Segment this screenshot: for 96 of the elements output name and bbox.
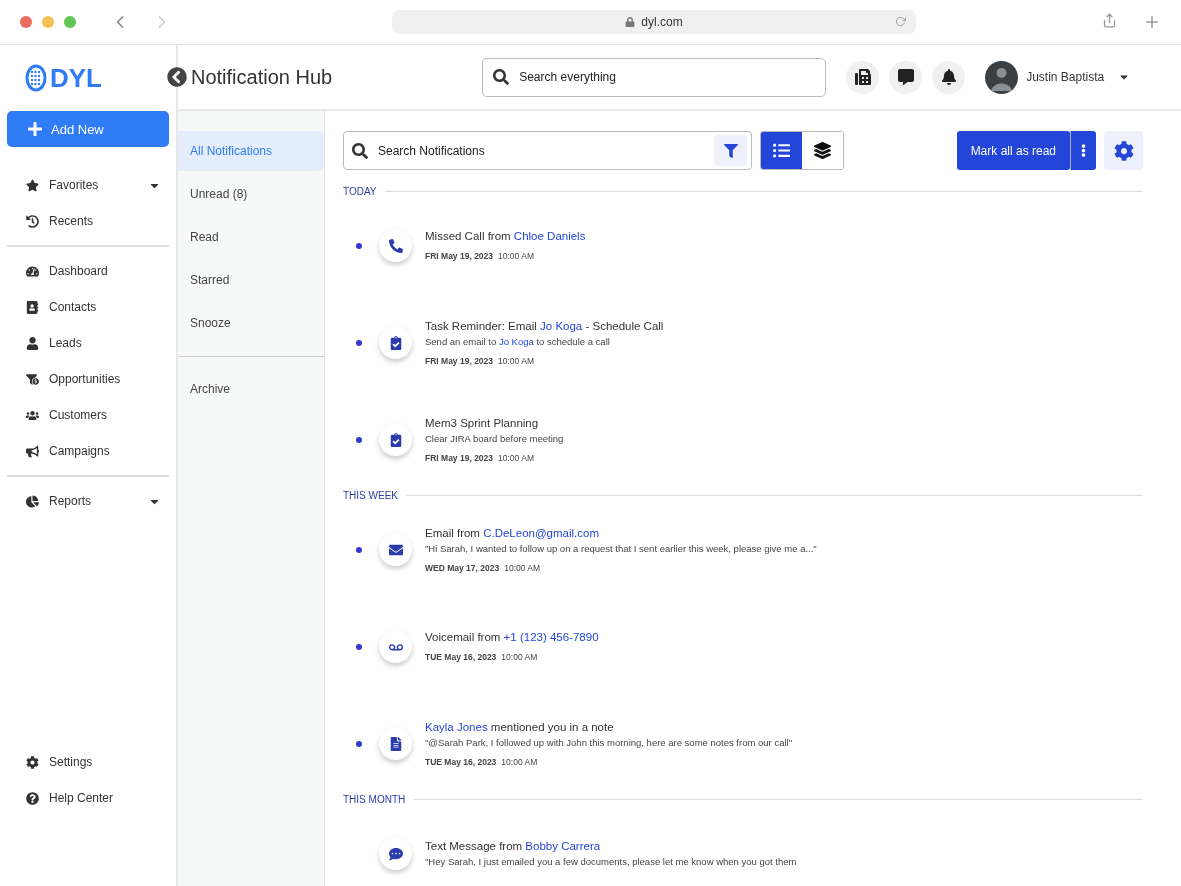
maximize-dot[interactable] <box>64 16 76 28</box>
clipboard-check-icon <box>379 326 412 359</box>
chat-icon[interactable] <box>889 60 923 94</box>
history-icon <box>26 214 39 228</box>
funnel-icon <box>723 143 738 158</box>
notification-title[interactable]: Text Message from Bobby Carrera <box>425 840 797 852</box>
sidebar-item[interactable]: Campaigns <box>7 433 169 469</box>
notification-date: FRI May 19, 2023 <box>425 452 494 463</box>
person-icon <box>26 336 39 350</box>
people-icon <box>26 408 39 422</box>
search-input[interactable]: Search Notifications <box>376 142 706 159</box>
address-bar[interactable]: dyl.com <box>392 10 916 34</box>
avatar[interactable] <box>985 60 1019 94</box>
notification-text: Send an email to Jo Koga to schedule a call <box>425 335 611 347</box>
notification-date: FRI May 19, 2023 <box>425 251 494 261</box>
section-heading: THIS MONTH <box>343 794 406 805</box>
filter-item[interactable]: Snooze <box>178 303 324 343</box>
contact-link[interactable]: +1 (123) 456-7890 <box>503 631 599 643</box>
pie-chart-icon <box>26 494 39 508</box>
fax-icon[interactable] <box>846 60 880 94</box>
notification-time: 10:00 AM <box>501 652 538 662</box>
notification-title[interactable]: Kayla Jones mentioned you in a note <box>425 720 792 733</box>
notification-text: "Hey Sarah, I just emailed you a few documents, please let me know when you got them <box>425 856 797 867</box>
lock-icon <box>625 17 636 27</box>
search-icon <box>493 69 510 85</box>
notification-date: WED May 17, 2023 <box>425 562 500 573</box>
notification-time: 10:00 AM <box>501 756 538 767</box>
contact-link[interactable]: Kayla Jones <box>425 720 488 733</box>
contact-link[interactable]: Chloe Daniels <box>513 230 586 242</box>
section-heading: THIS WEEK <box>343 490 398 501</box>
search-input[interactable]: Search everything <box>517 69 816 85</box>
gear-icon <box>26 755 39 769</box>
notification-title[interactable]: Email from C.DeLeon@gmail.com <box>425 526 817 539</box>
page-title: Notification Hub <box>191 65 333 89</box>
filter-item[interactable]: Archive <box>178 369 324 409</box>
close-dot[interactable] <box>20 16 32 28</box>
filter-item[interactable]: Read <box>178 217 324 257</box>
filter-button[interactable] <box>714 135 747 166</box>
logo[interactable]: DYL <box>7 45 169 111</box>
notification-date: TUE May 16, 2023 <box>425 652 497 662</box>
document-icon <box>379 727 412 760</box>
sidebar-item[interactable]: Leads <box>7 325 169 361</box>
user-name[interactable]: Justin Baptista <box>1026 70 1105 84</box>
list-icon[interactable] <box>761 132 802 169</box>
notification-text: Clear JIRA board before meeting <box>425 432 564 444</box>
settings-button[interactable] <box>1104 131 1143 170</box>
sidebar-item[interactable]: Customers <box>7 397 169 433</box>
plus-icon <box>27 121 43 137</box>
funnel-dollar-icon <box>26 372 39 386</box>
sidebar-item[interactable]: Opportunities <box>7 361 169 397</box>
search-icon <box>352 142 368 159</box>
filter-item[interactable]: Starred <box>178 260 324 300</box>
phone-logo-icon <box>25 64 47 92</box>
notification-text: "Hi Sarah, I wanted to follow up on a request that I sent earlier this week, please give me a..." <box>425 542 817 554</box>
notification-time: 10:00 AM <box>498 251 534 261</box>
mark-all-read-button[interactable]: Mark all as read <box>956 131 1070 170</box>
sidebar-item[interactable]: Favorites <box>7 167 169 203</box>
notification-title[interactable]: Mem3 Sprint Planning <box>425 416 564 429</box>
notification-text: "@Sarah Park, I followed up with John this morning, here are some notes from our call" <box>425 736 792 748</box>
gear-icon <box>1113 140 1134 161</box>
sidebar-item[interactable]: Dashboard <box>7 253 169 289</box>
clipboard-check-icon <box>379 423 412 456</box>
notification-date: TUE May 16, 2023 <box>425 756 497 767</box>
filter-item[interactable]: Unread (8) <box>178 174 324 214</box>
more-options-button[interactable] <box>1070 131 1096 170</box>
sidebar-item[interactable]: Settings <box>7 744 169 780</box>
phone-icon <box>379 229 412 262</box>
notification-date: FRI May 19, 2023 <box>425 355 494 366</box>
notification-time: 10:00 AM <box>498 355 534 366</box>
contact-link[interactable]: Bobby Carrera <box>525 840 601 852</box>
search-field[interactable]: Search everything <box>482 57 827 97</box>
help-icon <box>26 791 39 805</box>
megaphone-icon <box>26 444 39 458</box>
voicemail-icon <box>379 630 412 663</box>
section-heading: TODAY <box>343 186 377 197</box>
gauge-icon <box>26 264 39 278</box>
sidebar-item[interactable]: Recents <box>7 203 169 239</box>
sidebar-item[interactable]: Reports <box>7 483 169 519</box>
notification-title[interactable]: Voicemail from +1 (123) 456-7890 <box>425 631 599 643</box>
star-icon <box>26 178 39 192</box>
sidebar-item[interactable]: Contacts <box>7 289 169 325</box>
chat-bubble-icon <box>379 837 412 870</box>
envelope-icon <box>379 533 412 566</box>
contact-link[interactable]: Jo Koga <box>540 319 583 332</box>
notification-time: 10:00 AM <box>504 562 541 573</box>
bell-icon[interactable] <box>932 60 966 94</box>
contact-link[interactable]: C.DeLeon@gmail.com <box>483 526 599 539</box>
address-book-icon <box>26 300 39 314</box>
add-new-button[interactable]: Add New <box>7 111 169 147</box>
sidebar-item[interactable]: Help Center <box>7 780 169 816</box>
contact-link[interactable]: Jo Koga <box>498 335 534 347</box>
search-field[interactable]: Search Notifications <box>343 131 752 170</box>
notification-title[interactable]: Task Reminder: Email Jo Koga - Schedule Call <box>425 319 664 332</box>
notification-time: 10:00 AM <box>498 452 534 463</box>
minimize-dot[interactable] <box>42 16 54 28</box>
notification-title[interactable]: Missed Call from Chloe Daniels <box>425 230 586 242</box>
